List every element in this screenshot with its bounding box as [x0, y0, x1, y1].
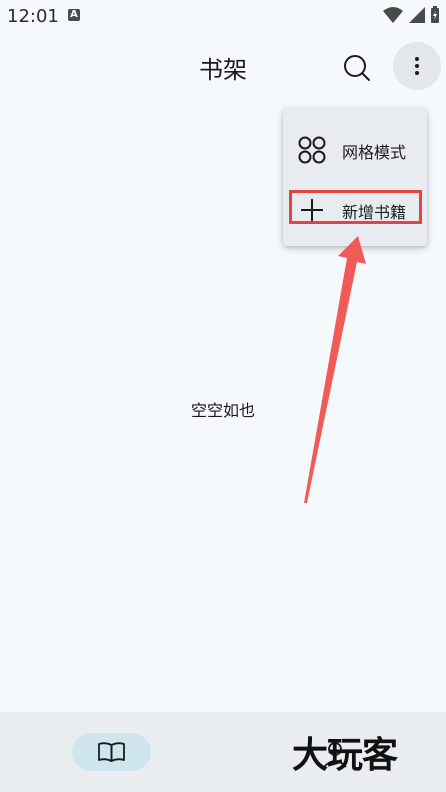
battery-charging-icon [431, 6, 439, 23]
status-icons [382, 6, 440, 24]
page-title: 书架 [199, 56, 247, 84]
search-button[interactable] [337, 48, 377, 88]
highlight-box [289, 190, 422, 224]
more-options-button[interactable] [393, 42, 441, 90]
signal-icon [409, 7, 425, 23]
status-time: 12:01 [7, 6, 59, 27]
nav-bookshelf-tab[interactable] [72, 733, 151, 771]
status-bar: 12:01 A [0, 0, 446, 34]
book-open-icon [98, 742, 125, 762]
menu-item-label: 网格模式 [342, 143, 407, 162]
notification-a-icon: A [68, 9, 80, 21]
grid-four-circles-icon [298, 136, 326, 164]
watermark-logo: 大玩客 [292, 734, 398, 776]
empty-state-text: 空空如也 [190, 401, 255, 420]
overflow-menu: 网格模式 新增书籍 [283, 108, 427, 246]
app-bar: 书架 [0, 34, 446, 98]
more-vert-icon [415, 57, 419, 75]
search-icon [344, 55, 370, 81]
wifi-icon [383, 7, 403, 23]
menu-item-grid-mode[interactable]: 网格模式 [283, 125, 427, 173]
